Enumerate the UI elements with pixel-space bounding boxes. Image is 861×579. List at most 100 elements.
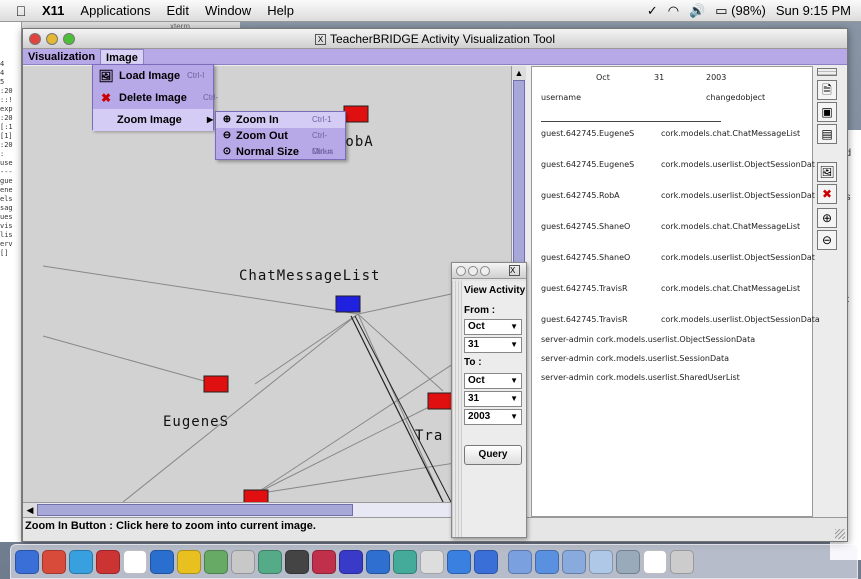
apple-menu-icon[interactable]:  [8,3,34,19]
dock-app-icon[interactable] [312,549,336,574]
dock-app-icon[interactable] [508,549,532,574]
menu-help[interactable]: Help [259,3,302,18]
node-shaneo [243,489,269,502]
menu-applications[interactable]: Applications [72,3,158,18]
window-titlebar[interactable]: X TeacherBRIDGE Activity Visualization To… [23,29,847,49]
image-toolbar: 🗎 ▣ ▤ 🖼 ✖ ⊕ ⊖ [815,66,839,266]
dock-app-icon[interactable] [150,549,174,574]
dock-app-icon[interactable] [589,549,613,574]
to-year-select[interactable]: 2003 [464,409,522,425]
dock [10,544,858,579]
menu-edit[interactable]: Edit [159,3,197,18]
from-month-select[interactable]: Oct [464,319,522,335]
palette-minimize-button[interactable] [468,266,478,276]
palette-close-button[interactable] [456,266,466,276]
xterm-line: : [0,150,5,158]
new-file-icon[interactable]: 🗎 [817,80,837,100]
log-row: guest.642745.EugeneS cork.models.chat.Cha… [541,129,800,138]
minimize-button[interactable] [46,33,58,45]
menu-app-x11[interactable]: X11 [34,3,72,18]
menu-item-delete-image[interactable]: ✖ Delete Image Ctrl-D [93,87,218,124]
load-image-icon: 🖼 [98,69,114,83]
zoom-out-icon: ⊖ [222,130,232,141]
to-month-select[interactable]: Oct [464,373,522,389]
image-menu: 🖼 Load Image Ctrl-I ✖ Delete Image Ctrl-… [92,64,218,131]
dock-app-icon[interactable] [177,549,201,574]
zoom-submenu: ⊕ Zoom In Ctrl-1 ⊖ Zoom Out Ctrl-Minus ⊙… [215,111,346,160]
dock-app-icon[interactable] [258,549,282,574]
bluetooth-icon[interactable]: ✓ [647,3,658,19]
dock-app-icon[interactable] [69,549,93,574]
save-as-icon[interactable]: ▤ [817,124,837,144]
log-row: guest.642745.TravisR cork.models.chat.Cha… [541,284,800,293]
query-button[interactable]: Query [464,445,522,465]
dock-app-icon[interactable] [366,549,390,574]
scroll-left-icon[interactable]: ◀ [23,503,37,517]
menu-item-zoom-out[interactable]: ⊖ Zoom Out Ctrl-Minus [216,128,345,156]
scroll-thumb[interactable] [513,80,525,270]
dock-app-icon[interactable] [42,549,66,574]
xterm-line: gue [0,177,13,185]
dock-app-icon[interactable] [562,549,586,574]
log-changedobject: cork.models.userlist.ObjectSessionData [661,191,820,200]
menu-visualization[interactable]: Visualization [23,49,100,64]
activity-log-panel[interactable]: Oct 31 2003 username changedobject guest… [531,66,820,517]
dock-app-icon[interactable] [123,549,147,574]
log-header-username: username [541,93,581,102]
zoom-button[interactable] [63,33,75,45]
log-username: guest.642745.TravisR [541,284,628,293]
canvas-horizontal-scrollbar[interactable]: ◀ [23,502,511,517]
from-day-select[interactable]: 31 [464,337,522,353]
menu-item-normal-size[interactable]: ⊙ Normal Size Ctrl-= [216,144,345,160]
dock-app-icon[interactable] [670,549,694,574]
log-row: guest.642745.TravisR cork.models.userlist… [541,315,820,324]
menu-item-zoom-in[interactable]: ⊕ Zoom In Ctrl-1 [216,112,345,128]
palette-titlebar[interactable]: X [452,263,526,279]
palette-zoom-button[interactable] [480,266,490,276]
dock-app-icon[interactable] [393,549,417,574]
scroll-up-icon[interactable]: ▲ [512,66,526,80]
dock-app-icon[interactable] [535,549,559,574]
xterm-line: ::! [0,96,13,104]
status-text: Zoom In Button : Click here to zoom into… [25,520,316,532]
resize-grip-icon[interactable] [835,529,845,539]
x11-icon: X [315,34,326,46]
xterm-line: lis [0,231,13,239]
wifi-icon[interactable]: ◠ [668,3,679,19]
zoom-out-icon[interactable]: ⊖ [817,230,837,250]
delete-image-icon[interactable]: ✖ [817,184,837,204]
dock-app-icon[interactable] [231,549,255,574]
dock-app-icon[interactable] [285,549,309,574]
log-date-month: Oct [596,73,610,82]
battery-icon[interactable]: ▭ (98%) [715,3,766,19]
dock-app-icon[interactable] [96,549,120,574]
volume-icon[interactable]: 🔊 [689,3,705,19]
from-label: From : [464,305,496,316]
close-button[interactable] [29,33,41,45]
dock-app-icon[interactable] [447,549,471,574]
dock-app-icon[interactable] [420,549,444,574]
menubar-clock[interactable]: Sun 9:15 PM [776,3,851,18]
toolbar-grip[interactable] [817,68,837,76]
xterm-line: 4 [0,60,5,68]
menu-image[interactable]: Image [100,49,144,64]
dock-app-icon[interactable] [474,549,498,574]
xterm-line: ene [0,186,13,194]
palette-grip[interactable] [452,281,462,537]
dock-app-icon[interactable] [15,549,39,574]
scroll-thumb[interactable] [37,504,353,516]
dock-app-icon[interactable] [616,549,640,574]
dock-app-icon[interactable] [204,549,228,574]
to-day-select[interactable]: 31 [464,391,522,407]
menu-window[interactable]: Window [197,3,259,18]
menu-item-load-image[interactable]: 🖼 Load Image Ctrl-I [93,65,213,87]
log-server-row: server-admin cork.models.userlist.Shared… [541,373,740,382]
zoom-in-icon[interactable]: ⊕ [817,208,837,228]
log-username: guest.642745.EugeneS [541,160,635,169]
menu-item-zoom-image[interactable]: Zoom Image ▶ [93,109,213,131]
dock-app-icon[interactable] [643,549,667,574]
save-icon[interactable]: ▣ [817,102,837,122]
dock-app-icon[interactable] [339,549,363,574]
load-image-icon[interactable]: 🖼 [817,162,837,182]
xterm-window[interactable]: 4 4 5:20::! exp:20 [:1 [1]:20: use --- gue ene els… [0,22,22,542]
